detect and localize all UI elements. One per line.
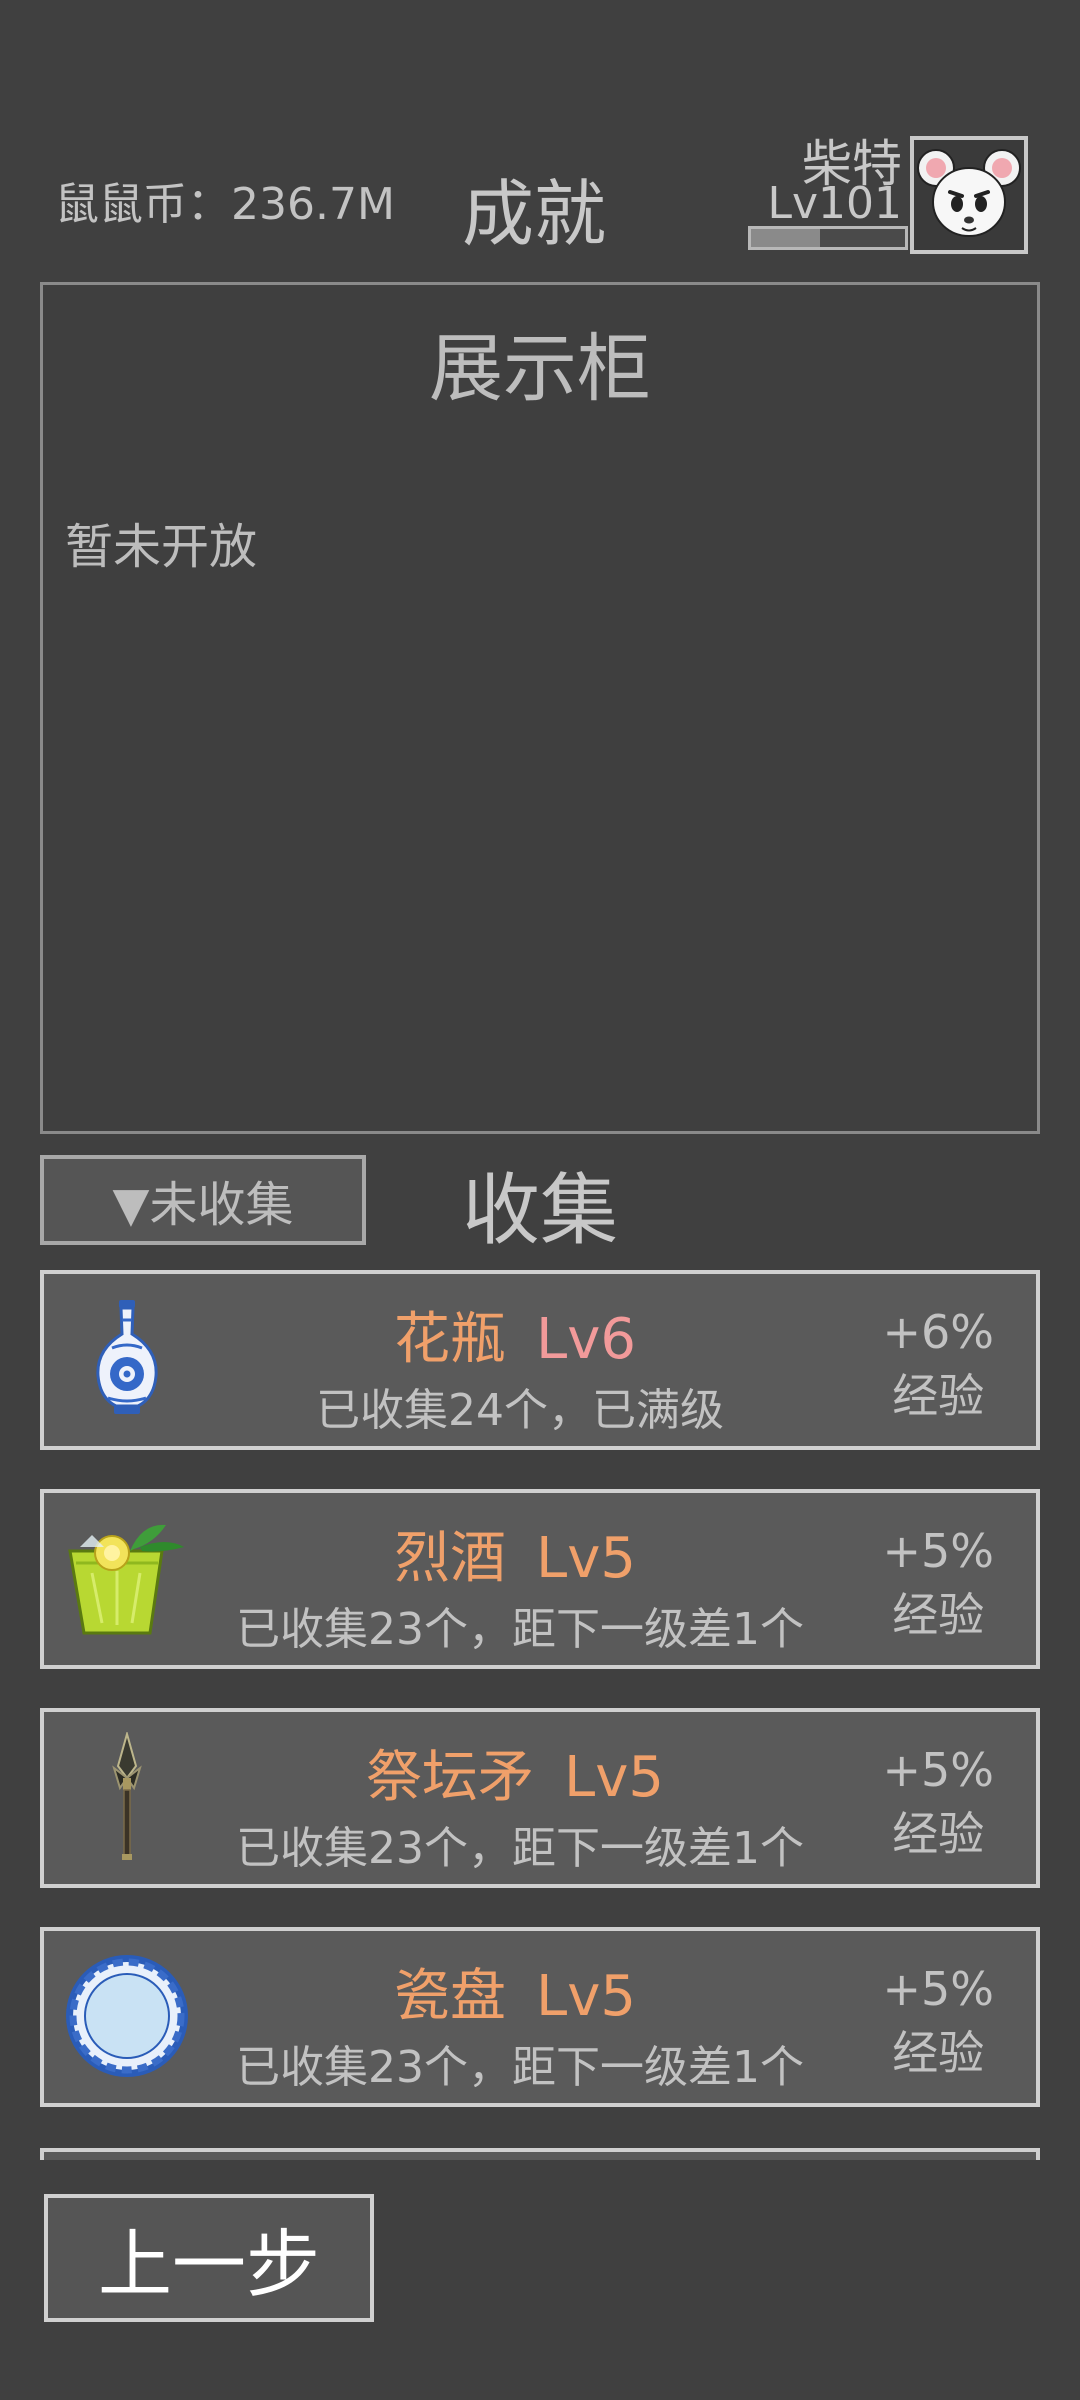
item-name: 花瓶 [394, 1307, 507, 1372]
exp-progress-bar [748, 226, 908, 250]
item-collect-status: 已收集23个，距下一级差1个 [236, 1823, 804, 1874]
item-title: 花瓶 Lv6 [194, 1294, 836, 1375]
bonus-value: +5% [882, 1743, 994, 1797]
item-bonus: +5% 经验 [882, 1957, 994, 2085]
bonus-value: +5% [882, 1524, 994, 1578]
bonus-type: 经验 [892, 1807, 985, 1861]
avatar[interactable] [910, 136, 1028, 254]
vase-icon [62, 1294, 192, 1424]
cabinet-title: 展示柜 [429, 326, 651, 412]
player-level: Lv101 [767, 178, 902, 229]
item-title: 烈酒 Lv5 [194, 1513, 836, 1594]
item-bonus: +5% 经验 [882, 1738, 994, 1866]
collection-item-partial [40, 2148, 1040, 2160]
item-level: Lv5 [536, 1964, 636, 2029]
item-collect-status: 已收集23个，距下一级差1个 [236, 1604, 804, 1655]
item-level: Lv6 [536, 1307, 636, 1372]
bonus-type: 经验 [892, 1369, 985, 1423]
exp-progress-fill [751, 229, 821, 247]
item-collect-status: 已收集23个，距下一级差1个 [236, 2042, 804, 2093]
collection-item-liquor[interactable]: 烈酒 Lv5 已收集23个，距下一级差1个 +5% 经验 [40, 1489, 1040, 1669]
bonus-value: +5% [882, 1962, 994, 2016]
item-collect-status: 已收集24个，已满级 [316, 1385, 724, 1436]
back-button[interactable]: 上一步 [44, 2194, 374, 2322]
bonus-type: 经验 [892, 1588, 985, 1642]
bonus-value: +6% [882, 1305, 994, 1359]
spear-icon [62, 1730, 192, 1862]
item-bonus: +6% 经验 [882, 1300, 994, 1428]
collection-item-vase[interactable]: 花瓶 Lv6 已收集24个，已满级 +6% 经验 [40, 1270, 1040, 1450]
item-title: 瓷盘 Lv5 [194, 1951, 836, 2032]
item-level: Lv5 [536, 1526, 636, 1591]
collection-title: 收集 [462, 1166, 619, 1256]
item-name: 祭坛矛 [366, 1745, 535, 1810]
item-name: 瓷盘 [394, 1964, 507, 2029]
collection-item-porcelain-plate[interactable]: 瓷盘 Lv5 已收集23个，距下一级差1个 +5% 经验 [40, 1927, 1040, 2107]
coin-balance: 鼠鼠币：236.7M [55, 179, 395, 230]
cabinet-status-message: 暂未开放 [65, 519, 258, 575]
drink-icon [62, 1513, 192, 1643]
uncollected-filter-button[interactable]: ▼未收集 [40, 1155, 366, 1245]
display-cabinet: 展示柜 暂未开放 [40, 282, 1040, 1134]
bonus-type: 经验 [892, 2026, 985, 2080]
item-name: 烈酒 [394, 1526, 507, 1591]
collection-item-altar-spear[interactable]: 祭坛矛 Lv5 已收集23个，距下一级差1个 +5% 经验 [40, 1708, 1040, 1888]
item-bonus: +5% 经验 [882, 1519, 994, 1647]
mouse-avatar-icon [917, 149, 1021, 237]
page-title: 成就 [462, 172, 607, 256]
item-title: 祭坛矛 Lv5 [194, 1732, 836, 1813]
item-level: Lv5 [564, 1745, 664, 1810]
plate-icon [62, 1951, 192, 2081]
